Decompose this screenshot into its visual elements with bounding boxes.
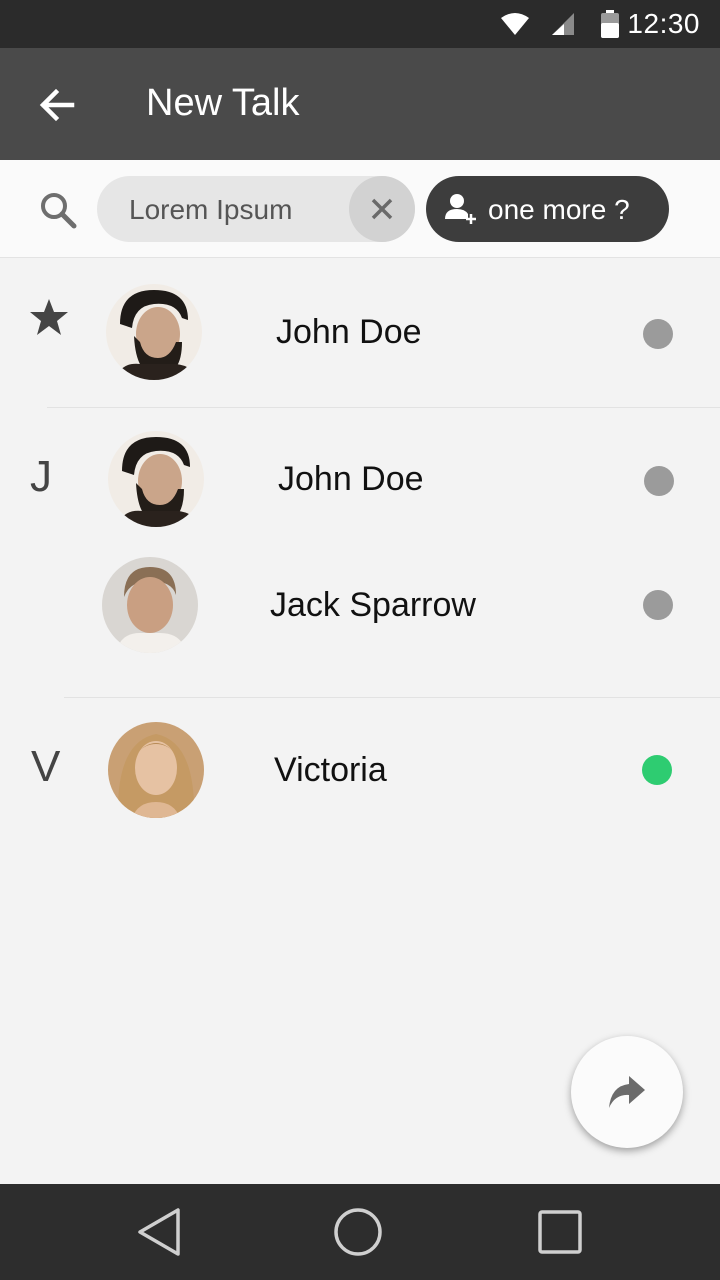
contact-row[interactable]: Jack Sparrow: [0, 552, 720, 662]
wifi-icon: [501, 13, 529, 35]
forward-icon: [609, 1076, 645, 1108]
battery-icon: [601, 10, 619, 38]
add-recipient-label: one more ?: [488, 194, 630, 225]
arrow-back-icon: [39, 88, 75, 122]
add-recipient-button[interactable]: one more ?: [426, 176, 669, 242]
contact-row[interactable]: John Doe: [0, 426, 720, 536]
contact-row[interactable]: Victoria: [0, 717, 720, 827]
contact-name: John Doe: [276, 313, 422, 351]
nav-home-icon[interactable]: [332, 1206, 384, 1258]
status-indicator-online: [642, 755, 672, 785]
search-icon[interactable]: [38, 190, 78, 230]
avatar: [102, 557, 198, 653]
status-indicator-offline: [644, 466, 674, 496]
recipient-chip-label: Lorem Ipsum: [129, 194, 293, 225]
nav-back-icon[interactable]: [134, 1206, 182, 1258]
section-divider: [64, 697, 720, 698]
status-time: 12:30: [627, 8, 700, 39]
page-title: New Talk: [146, 82, 300, 124]
contact-name: John Doe: [278, 460, 424, 498]
avatar: [108, 722, 204, 818]
avatar: [108, 431, 204, 527]
back-button[interactable]: [30, 78, 84, 132]
status-indicator-offline: [643, 319, 673, 349]
app-bar: New Talk: [0, 48, 720, 160]
contact-name: Jack Sparrow: [270, 586, 476, 624]
contact-row[interactable]: John Doe: [0, 279, 720, 389]
add-person-icon: [445, 194, 476, 224]
avatar: [106, 284, 202, 380]
recipient-chip[interactable]: Lorem Ipsum: [97, 176, 415, 242]
status-indicator-offline: [643, 590, 673, 620]
forward-button[interactable]: [571, 1036, 683, 1148]
section-divider: [47, 407, 720, 408]
status-bar: 12:30: [0, 0, 720, 48]
close-icon: [371, 198, 393, 220]
remove-recipient-button[interactable]: [349, 176, 415, 242]
cell-signal-icon: [552, 13, 574, 35]
nav-recents-icon[interactable]: [536, 1208, 584, 1256]
contact-name: Victoria: [274, 751, 387, 789]
recipient-bar: Lorem Ipsum one more ?: [0, 160, 720, 258]
system-nav-bar: [0, 1184, 720, 1280]
